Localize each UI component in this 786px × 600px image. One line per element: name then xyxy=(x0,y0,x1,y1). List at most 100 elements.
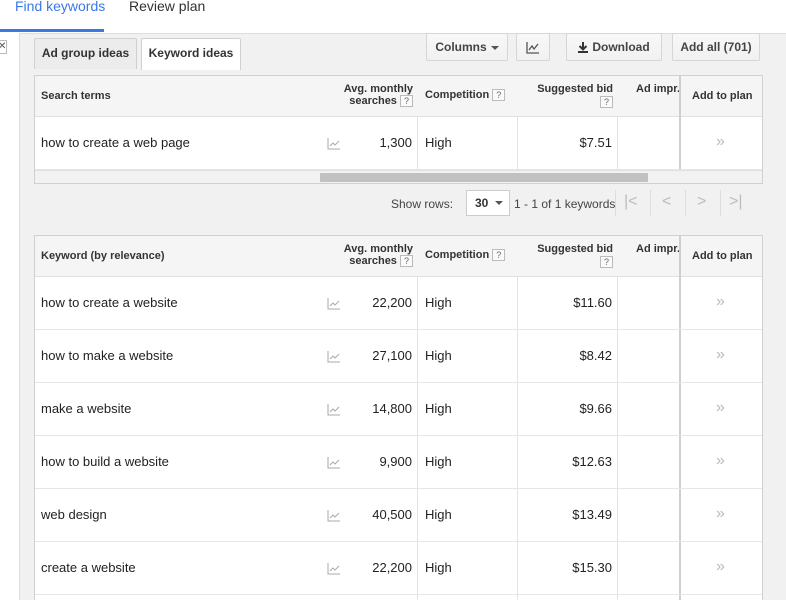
keyword-text: how to build a website xyxy=(41,454,169,469)
active-tab-indicator xyxy=(0,29,104,32)
trend-chart-icon[interactable] xyxy=(327,350,341,363)
next-page-icon[interactable]: > xyxy=(697,193,706,211)
competition-value: High xyxy=(425,295,452,310)
last-page-icon[interactable]: >| xyxy=(729,193,743,211)
help-icon[interactable]: ? xyxy=(400,255,413,268)
download-button[interactable]: Download xyxy=(566,33,662,61)
divider xyxy=(720,190,721,216)
column-header-search-terms[interactable]: Search terms xyxy=(41,90,111,102)
keyword-text: how to create a website xyxy=(41,295,178,310)
searches-label: searches xyxy=(349,255,397,267)
help-icon[interactable]: ? xyxy=(492,89,506,102)
trend-chart-icon[interactable] xyxy=(327,137,341,150)
table-row: web design 40,500 High $13.49 » xyxy=(35,489,762,542)
trend-chart-icon[interactable] xyxy=(327,509,341,522)
table-row: how to create a website 22,200 High $11.60 » xyxy=(35,277,762,330)
previous-page-icon[interactable]: < xyxy=(662,193,671,211)
column-header-competition[interactable]: Competition ? xyxy=(425,89,506,102)
avg-monthly-searches-value: 22,200 xyxy=(372,560,412,575)
first-page-icon[interactable]: |< xyxy=(624,193,638,211)
column-header-avg-monthly-searches[interactable]: Avg. monthly searches ? xyxy=(341,83,413,108)
column-header-suggested-bid[interactable]: Suggested bid ? xyxy=(525,83,613,109)
suggested-bid-value: $12.63 xyxy=(572,454,612,469)
collapse-panel-icon[interactable]: ✕ xyxy=(0,40,7,54)
help-icon[interactable]: ? xyxy=(400,95,413,108)
tab-find-keywords[interactable]: Find keywords xyxy=(15,0,105,14)
suggested-bid-label: Suggested bid xyxy=(537,243,613,255)
columns-label: Columns xyxy=(435,40,487,54)
add-to-plan-button[interactable]: » xyxy=(716,383,725,435)
help-icon[interactable]: ? xyxy=(492,249,506,262)
keyword-ideas-panel: Ad group ideas Keyword ideas Columns Dow… xyxy=(19,33,786,600)
keyword-text: create a website xyxy=(41,560,136,575)
divider xyxy=(650,190,651,216)
download-label: Download xyxy=(592,40,650,54)
add-to-plan-button[interactable]: » xyxy=(716,330,725,382)
search-terms-table: Search terms Avg. monthly searches ? Com… xyxy=(34,75,763,184)
suggested-bid-value: $8.42 xyxy=(579,348,612,363)
competition-value: High xyxy=(425,135,452,150)
searches-label: searches xyxy=(349,95,397,107)
trend-chart-icon[interactable] xyxy=(327,456,341,469)
competition-value: High xyxy=(425,560,452,575)
column-header-ad-impressions[interactable]: Ad impr. xyxy=(636,83,680,95)
add-to-plan-button[interactable]: » xyxy=(716,436,725,488)
download-arrow-icon xyxy=(578,42,589,54)
column-header-avg-monthly-searches[interactable]: Avg. monthly searches ? xyxy=(341,243,413,268)
suggested-bid-value: $11.60 xyxy=(573,295,612,310)
scrollbar-thumb[interactable] xyxy=(320,173,648,182)
avg-monthly-searches-value: 27,100 xyxy=(372,348,412,363)
line-chart-icon xyxy=(526,42,539,54)
table-row: how to create a web page 1,300 High $7.5… xyxy=(35,117,762,170)
help-icon[interactable]: ? xyxy=(600,96,613,109)
suggested-bid-value: $7.51 xyxy=(579,135,612,150)
avg-monthly-searches-value: 9,900 xyxy=(379,454,412,469)
column-header-suggested-bid[interactable]: Suggested bid ? xyxy=(525,243,613,269)
table-header: Search terms Avg. monthly searches ? Com… xyxy=(35,76,762,117)
divider xyxy=(685,190,686,216)
suggested-bid-value: $9.66 xyxy=(579,401,612,416)
trend-chart-icon[interactable] xyxy=(327,297,341,310)
add-to-plan-button[interactable]: » xyxy=(716,277,725,329)
keyword-text: how to create a web page xyxy=(41,135,190,150)
competition-value: High xyxy=(425,401,452,416)
horizontal-scrollbar[interactable] xyxy=(35,170,762,183)
add-to-plan-button[interactable]: » xyxy=(716,117,725,169)
competition-value: High xyxy=(425,454,452,469)
keyword-ideas-table: Keyword (by relevance) Avg. monthly sear… xyxy=(34,235,763,600)
keyword-text: make a website xyxy=(41,401,132,416)
rows-per-page-select[interactable]: 30 xyxy=(466,190,510,216)
column-header-keyword[interactable]: Keyword (by relevance) xyxy=(41,250,165,262)
rows-per-page-value: 30 xyxy=(475,196,489,210)
tab-review-plan[interactable]: Review plan xyxy=(129,0,205,14)
avg-monthly-searches-value: 1,300 xyxy=(379,135,412,150)
table-header: Keyword (by relevance) Avg. monthly sear… xyxy=(35,236,762,277)
keyword-text: how to make a website xyxy=(41,348,174,363)
show-rows-label: Show rows: xyxy=(391,197,454,211)
subtab-ad-group-ideas[interactable]: Ad group ideas xyxy=(34,38,137,69)
columns-button[interactable]: Columns xyxy=(426,33,508,61)
add-all-button[interactable]: Add all (701) xyxy=(672,33,760,61)
avg-monthly-label: Avg. monthly xyxy=(343,83,413,95)
column-header-ad-impressions[interactable]: Ad impr. xyxy=(636,243,680,255)
column-header-add-to-plan: Add to plan xyxy=(692,250,753,262)
avg-monthly-searches-value: 14,800 xyxy=(372,401,412,416)
table-row: create a website 22,200 High $15.30 » xyxy=(35,542,762,595)
divider xyxy=(615,190,616,216)
pagination-bar: Show rows: 30 1 - 1 of 1 keywords |< < >… xyxy=(34,184,763,224)
column-header-competition[interactable]: Competition ? xyxy=(425,249,506,262)
chevron-down-icon xyxy=(490,45,499,50)
trend-chart-icon[interactable] xyxy=(327,562,341,575)
trend-chart-icon[interactable] xyxy=(327,403,341,416)
add-to-plan-button[interactable]: » xyxy=(716,489,725,541)
chart-toggle-button[interactable] xyxy=(516,33,550,61)
table-row: how to build a website 9,900 High $12.63 » xyxy=(35,436,762,489)
subtab-keyword-ideas[interactable]: Keyword ideas xyxy=(141,38,241,70)
avg-monthly-searches-value: 22,200 xyxy=(372,295,412,310)
add-to-plan-button[interactable]: » xyxy=(716,542,725,594)
table-row: make a website 14,800 High $9.66 » xyxy=(35,383,762,436)
competition-label: Competition xyxy=(425,249,490,261)
avg-monthly-searches-value: 40,500 xyxy=(372,507,412,522)
help-icon[interactable]: ? xyxy=(600,256,613,269)
competition-value: High xyxy=(425,507,452,522)
